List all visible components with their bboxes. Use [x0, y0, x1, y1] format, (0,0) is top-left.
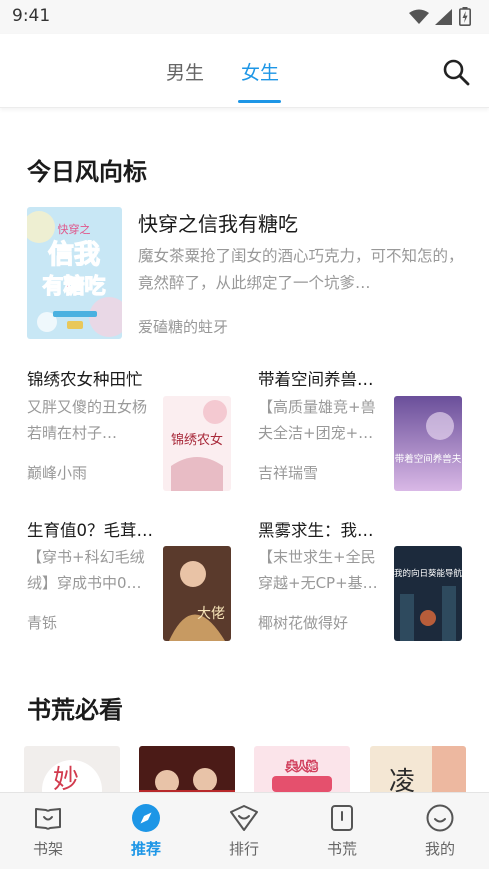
- bookshelf-icon: [35, 808, 61, 830]
- bottom-nav-label: 排行: [228, 840, 259, 858]
- section-title-today-trend: 今日风向标: [27, 158, 147, 186]
- tab-male[interactable]: 男生: [166, 58, 204, 85]
- book-title[interactable]: 生育值0？毛茸…: [27, 517, 153, 541]
- book-title[interactable]: 锦绣农女种田忙: [27, 366, 143, 390]
- battery-icon: [459, 7, 471, 26]
- book-cover-text: 锦绣农女: [171, 432, 223, 448]
- search-icon: [443, 59, 470, 86]
- profile-icon: [426, 804, 454, 832]
- book-description: 【末世求生+全民穿越+无CP+基…: [258, 548, 378, 592]
- must-read-cover[interactable]: 妙: [24, 746, 120, 796]
- bottom-nav-book-shortage[interactable]: 书荒: [312, 803, 372, 859]
- must-read-cover[interactable]: 凌: [370, 746, 466, 796]
- bottom-nav-ranking[interactable]: 排行: [214, 803, 274, 859]
- ranking-icon: [230, 805, 258, 831]
- book-cover-text: 我的向日葵能导航: [394, 568, 462, 579]
- featured-cover-text-2: 信我: [48, 240, 100, 270]
- featured-cover-text-3: 有糖吃: [43, 274, 106, 298]
- bottom-nav-profile[interactable]: 我的: [410, 803, 470, 859]
- book-author: 吉祥瑞雪: [258, 464, 319, 482]
- book-cover-text: 大佬: [197, 606, 225, 622]
- section-title-must-read: 书荒必看: [27, 696, 123, 724]
- tab-female[interactable]: 女生: [241, 58, 279, 85]
- featured-book-author: 爱磕糖的蛀牙: [138, 318, 229, 336]
- featured-book-cover[interactable]: 快穿之 信我 有糖吃: [27, 207, 122, 339]
- bottom-nav-label: 书架: [32, 840, 63, 858]
- tab-active-indicator: [238, 100, 281, 103]
- must-read-cover[interactable]: [139, 746, 235, 796]
- book-author: 椰树花做得好: [258, 614, 349, 632]
- signal-icon: [435, 8, 452, 25]
- book-description: 又胖又傻的丑女杨若晴在村子…: [27, 398, 148, 442]
- book-cover[interactable]: 锦绣农女: [163, 396, 231, 491]
- search-button[interactable]: [442, 58, 470, 86]
- wifi-icon: [409, 9, 429, 24]
- bottom-nav-label: 我的: [424, 840, 455, 858]
- bottom-nav-label: 推荐: [130, 840, 161, 858]
- featured-cover-text-1: 快穿之: [58, 222, 91, 236]
- featured-book-title[interactable]: 快穿之信我有糖吃: [138, 208, 298, 237]
- must-read-cover-text: 夫人她: [287, 760, 317, 773]
- book-description: 【穿书+科幻毛绒绒】穿成书中0…: [27, 548, 145, 592]
- bottom-nav-bookshelf[interactable]: 书架: [18, 803, 78, 859]
- book-cover[interactable]: 我的向日葵能导航: [394, 546, 462, 641]
- bottom-nav-recommend[interactable]: 推荐: [116, 803, 176, 859]
- book-description: 【高质量雄竞+兽夫全洁+团宠+…: [258, 398, 376, 442]
- must-read-cover[interactable]: 夫人她: [254, 746, 350, 796]
- compass-icon: [132, 804, 160, 832]
- book-cover[interactable]: 带着空间养兽夫: [394, 396, 462, 491]
- top-nav: 男生 女生: [0, 34, 489, 108]
- book-author: 巅峰小雨: [27, 464, 88, 482]
- status-bar: 9:41: [0, 0, 489, 34]
- book-cover[interactable]: 大佬: [163, 546, 231, 641]
- book-icon: [331, 805, 353, 831]
- book-title[interactable]: 带着空间养兽…: [258, 366, 374, 390]
- status-time: 9:41: [12, 6, 51, 26]
- must-read-cover-text: 妙: [53, 765, 79, 795]
- book-title[interactable]: 黑雾求生：我…: [258, 517, 374, 541]
- book-cover-text: 带着空间养兽夫: [395, 453, 462, 465]
- bottom-nav: 书架 推荐 排行 书荒 我的: [0, 792, 489, 869]
- bottom-nav-label: 书荒: [326, 840, 357, 858]
- featured-book-description: 魔女茶粟抢了闺女的酒心巧克力，可不知怎的，竟然醉了，从此绑定了一个坑爹…: [138, 247, 464, 292]
- book-author: 青铄: [27, 614, 58, 632]
